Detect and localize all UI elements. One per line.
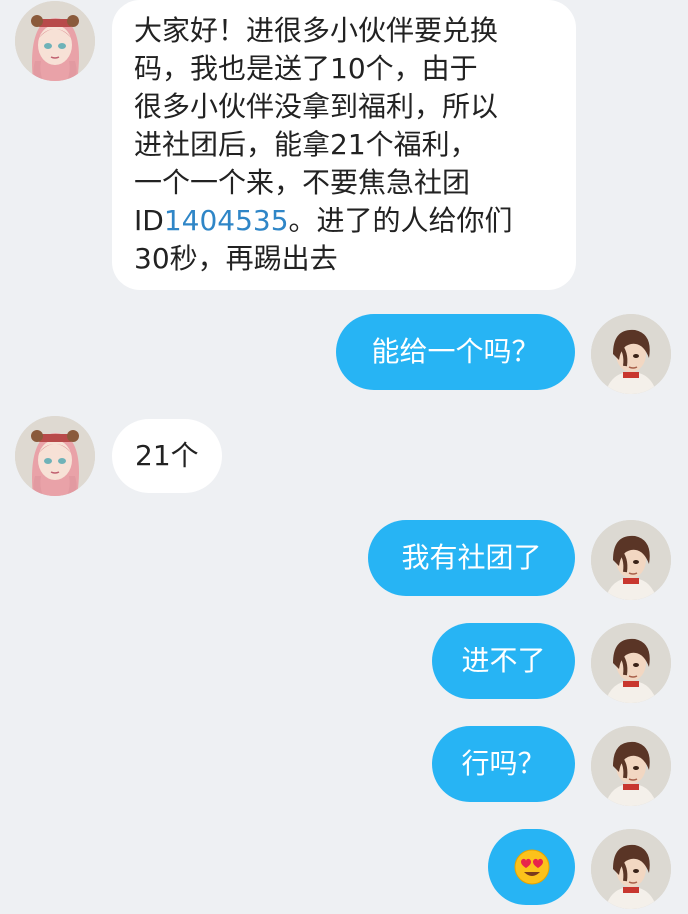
- id-prefix: ID: [134, 204, 164, 237]
- pink-haired-girl-avatar-icon: [15, 416, 95, 496]
- message-bubble-outgoing[interactable]: 能给一个吗？: [336, 314, 575, 390]
- message-line: 大家好！进很多小伙伴要兑换: [134, 14, 499, 47]
- brown-haired-boy-avatar-icon: [591, 829, 671, 909]
- message-line: 30秒，再踢出去: [134, 242, 338, 275]
- message-text: 能给一个吗？: [371, 335, 540, 368]
- club-id-link[interactable]: 1404535: [164, 204, 289, 237]
- brown-haired-boy-avatar-icon: [591, 623, 671, 703]
- message-bubble-outgoing[interactable]: [488, 829, 575, 905]
- sender-avatar[interactable]: [15, 1, 95, 81]
- message-line: 进社团后，能拿21个福利，: [134, 128, 478, 161]
- message-line: 一个一个来，不要焦急社团: [134, 166, 471, 199]
- message-bubble-outgoing[interactable]: 进不了: [432, 623, 575, 699]
- message-line: ID1404535。进了的人给你们: [134, 202, 554, 240]
- pink-haired-girl-avatar-icon: [15, 1, 95, 81]
- message-text: 21个: [135, 439, 199, 472]
- message-line: 码，我也是送了10个，由于: [134, 52, 478, 85]
- message-bubble-incoming[interactable]: 大家好！进很多小伙伴要兑换 码，我也是送了10个，由于 很多小伙伴没拿到福利，所…: [112, 0, 576, 290]
- message-bubble-outgoing[interactable]: 行吗？: [432, 726, 575, 802]
- message-text: 行吗？: [461, 747, 546, 780]
- brown-haired-boy-avatar-icon: [591, 314, 671, 394]
- brown-haired-boy-avatar-icon: [591, 726, 671, 806]
- message-line: 很多小伙伴没拿到福利，所以: [134, 90, 499, 123]
- message-bubble-incoming[interactable]: 21个: [112, 419, 222, 493]
- message-bubble-outgoing[interactable]: 我有社团了: [368, 520, 575, 596]
- self-avatar[interactable]: [591, 726, 671, 806]
- message-text: 进不了: [461, 644, 546, 677]
- self-avatar[interactable]: [591, 314, 671, 394]
- id-suffix: 。进了的人给你们: [288, 204, 513, 237]
- heart-eyes-emoji-icon: [512, 847, 552, 897]
- message-text: 我有社团了: [401, 541, 542, 574]
- sender-avatar[interactable]: [15, 416, 95, 496]
- self-avatar[interactable]: [591, 520, 671, 600]
- self-avatar[interactable]: [591, 623, 671, 703]
- self-avatar[interactable]: [591, 829, 671, 909]
- chat-window: 大家好！进很多小伙伴要兑换 码，我也是送了10个，由于 很多小伙伴没拿到福利，所…: [0, 0, 688, 914]
- brown-haired-boy-avatar-icon: [591, 520, 671, 600]
